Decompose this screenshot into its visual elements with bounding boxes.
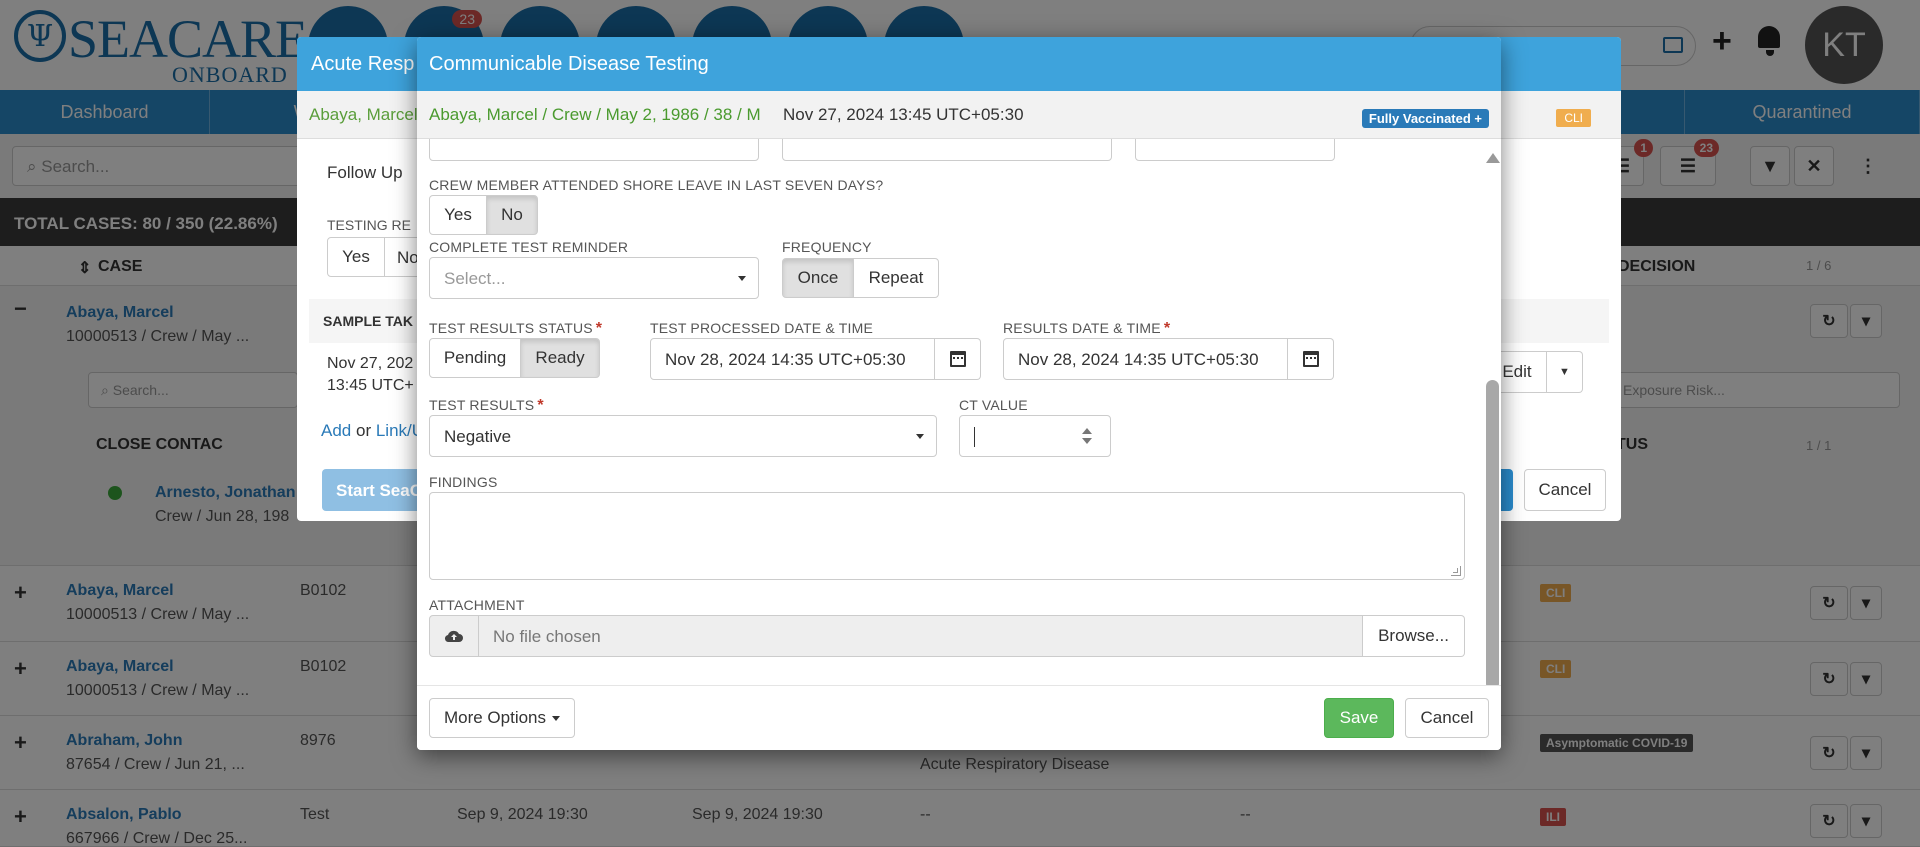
chevron-down-icon (916, 434, 924, 439)
results-status-toggle: Pending Ready (429, 338, 600, 378)
processed-date-input[interactable]: Nov 28, 2024 14:35 UTC+05:30 (650, 338, 981, 380)
add-link-row: Add or Link/U (321, 421, 425, 440)
shore-leave-label: CREW MEMBER ATTENDED SHORE LEAVE IN LAST… (429, 177, 884, 193)
cancel-button[interactable]: Cancel (1405, 698, 1489, 738)
modal-title: Communicable Disease Testing (417, 37, 1501, 91)
results-status-label: TEST RESULTS STATUS * (429, 320, 603, 337)
add-link[interactable]: Add (321, 421, 351, 440)
save-button[interactable]: Save (1324, 698, 1394, 738)
attachment-input[interactable]: No file chosen Browse... (429, 615, 1465, 657)
back-cancel-button[interactable]: Cancel (1524, 469, 1606, 511)
frequency-label: FREQUENCY (782, 239, 872, 255)
cli-badge: CLI (1556, 109, 1591, 127)
scrolled-field[interactable] (429, 139, 759, 161)
processed-date-value[interactable]: Nov 28, 2024 14:35 UTC+05:30 (650, 338, 935, 380)
cloud-upload-icon (429, 615, 479, 657)
ct-value-label: CT VALUE (959, 397, 1028, 413)
calendar-icon[interactable] (935, 338, 981, 380)
sample-date: Nov 27, 202 13:45 UTC+ (327, 355, 414, 394)
findings-textarea[interactable] (429, 492, 1465, 580)
text-cursor (974, 427, 975, 447)
edit-caret-icon[interactable]: ▼ (1547, 351, 1583, 393)
patient-date: Nov 27, 2024 13:45 UTC+05:30 (783, 105, 1024, 124)
communicable-disease-testing-modal: Communicable Disease Testing Abaya, Marc… (417, 37, 1501, 750)
scroll-up-icon[interactable] (1486, 153, 1500, 163)
caret-down-icon (552, 715, 561, 721)
scrolled-field[interactable] (782, 139, 1112, 161)
patient-bar: Abaya, Marcel / Crew / May 2, 1986 / 38 … (417, 91, 1501, 139)
number-stepper[interactable] (1082, 428, 1092, 446)
scrolled-field[interactable] (1135, 139, 1335, 161)
frequency-option-repeat[interactable]: Repeat (853, 258, 939, 298)
more-options-button[interactable]: More Options (429, 698, 575, 738)
shore-leave-option-no[interactable]: No (486, 195, 538, 235)
follow-up-label[interactable]: Follow Up (327, 163, 403, 183)
vaccination-badge[interactable]: Fully Vaccinated + (1361, 109, 1489, 128)
scrollbar-thumb[interactable] (1486, 380, 1499, 690)
frequency-option-once[interactable]: Once (782, 258, 854, 298)
attachment-label: ATTACHMENT (429, 597, 525, 613)
status-option-pending[interactable]: Pending (429, 338, 521, 378)
browse-button[interactable]: Browse... (1363, 615, 1465, 657)
modal-scrollbar[interactable] (1484, 139, 1501, 720)
frequency-toggle: Once Repeat (782, 258, 939, 298)
modal-footer: More Options Save Cancel (417, 685, 1501, 750)
shore-leave-option-yes[interactable]: Yes (429, 195, 487, 235)
test-results-select[interactable]: Negative (429, 415, 937, 457)
chevron-down-icon (738, 276, 746, 281)
results-date-input[interactable]: Nov 28, 2024 14:35 UTC+05:30 (1003, 338, 1334, 380)
testing-yes-option[interactable]: Yes (327, 237, 385, 277)
resize-handle-icon[interactable] (1451, 566, 1461, 576)
ct-value-input[interactable] (959, 415, 1111, 457)
patient-info: Abaya, Marcel / Crew / May 2, 1986 / 38 … (429, 105, 761, 124)
file-name: No file chosen (479, 615, 1363, 657)
modal-body[interactable]: CREW MEMBER ATTENDED SHORE LEAVE IN LAST… (417, 139, 1501, 720)
processed-date-label: TEST PROCESSED DATE & TIME (650, 320, 874, 336)
shore-leave-toggle: Yes No (429, 195, 538, 235)
results-date-value[interactable]: Nov 28, 2024 14:35 UTC+05:30 (1003, 338, 1288, 380)
results-date-label: RESULTS DATE & TIME * (1003, 320, 1171, 337)
calendar-icon[interactable] (1288, 338, 1334, 380)
status-option-ready[interactable]: Ready (520, 338, 600, 378)
findings-label: FINDINGS (429, 474, 498, 490)
test-results-label: TEST RESULTS * (429, 397, 544, 414)
reminder-select[interactable]: Select... (429, 257, 759, 299)
testing-required-label: TESTING RE (327, 217, 412, 233)
reminder-label: COMPLETE TEST REMINDER (429, 239, 629, 255)
